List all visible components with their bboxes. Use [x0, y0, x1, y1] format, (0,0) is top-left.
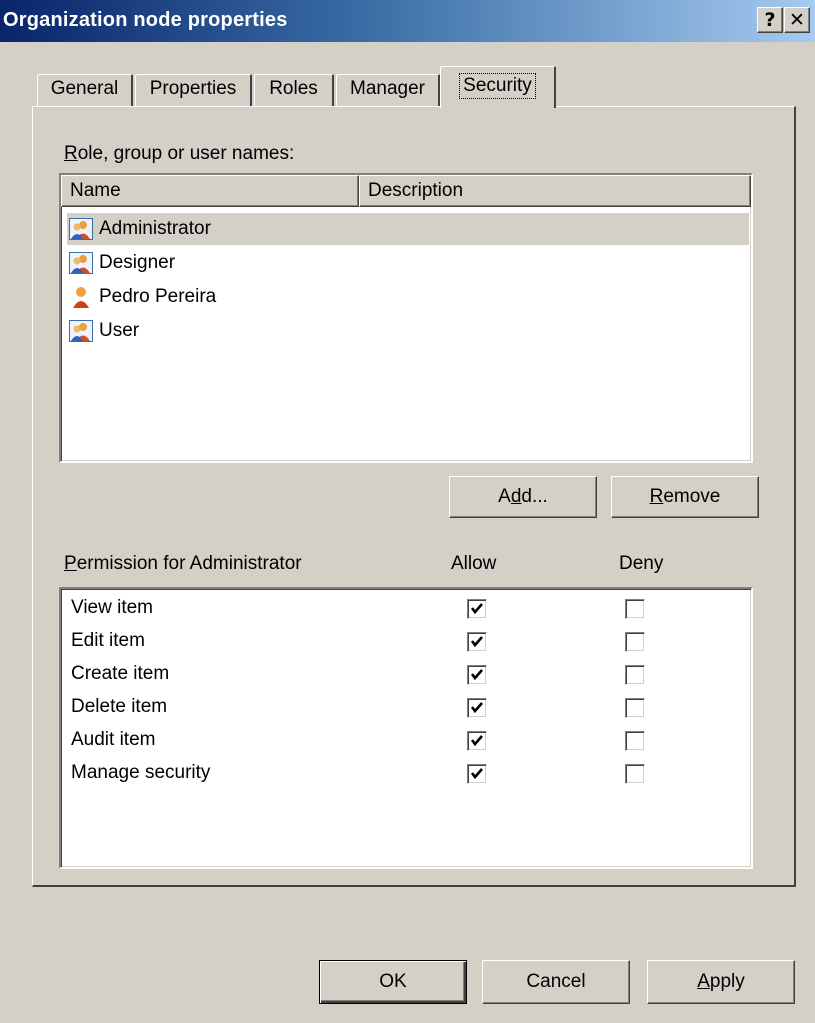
deny-checkbox[interactable]: [625, 665, 645, 685]
window-title: Organization node properties: [3, 9, 288, 31]
deny-checkbox[interactable]: [625, 764, 645, 784]
help-button[interactable]: ?: [757, 7, 783, 33]
list-item-name: Administrator: [99, 218, 211, 239]
tab-properties[interactable]: Properties: [135, 74, 252, 106]
list-item-designer[interactable]: Designer: [67, 247, 749, 279]
group-icon: [69, 320, 93, 342]
tab-manager-label: Manager: [350, 78, 425, 99]
allow-header: Allow: [451, 553, 497, 574]
apply-button[interactable]: Apply: [647, 960, 795, 1004]
permission-label: View item: [71, 597, 154, 618]
tab-general-label: General: [50, 78, 119, 99]
deny-checkbox[interactable]: [625, 632, 645, 652]
deny-checkbox[interactable]: [625, 599, 645, 619]
deny-header: Deny: [619, 553, 664, 574]
names-label: Role, group or user names:: [64, 143, 295, 164]
permission-header: Permission for Administrator: [64, 553, 302, 574]
list-item-administrator[interactable]: Administrator: [67, 213, 749, 245]
permission-row: View item: [71, 595, 791, 628]
tab-security[interactable]: Security: [440, 66, 556, 108]
permissions-list[interactable]: View item Edit item Create item Delete i…: [59, 587, 753, 869]
close-button[interactable]: ✕: [784, 7, 810, 33]
permission-row: Create item: [71, 661, 791, 694]
permission-row: Delete item: [71, 694, 791, 727]
list-item-name: User: [99, 320, 140, 341]
tab-properties-label: Properties: [149, 78, 237, 99]
security-panel: Role, group or user names: Name Descript…: [32, 106, 796, 887]
group-icon: [69, 252, 93, 274]
tab-roles[interactable]: Roles: [254, 74, 334, 106]
user-icon: [69, 286, 93, 308]
tab-roles-label: Roles: [269, 78, 318, 99]
allow-checkbox[interactable]: [467, 599, 487, 619]
tab-general[interactable]: General: [37, 74, 133, 106]
column-header-description[interactable]: Description: [359, 175, 751, 207]
permission-label: Create item: [71, 663, 170, 684]
title-bar[interactable]: Organization node properties ? ✕: [0, 0, 815, 42]
list-item-name: Pedro Pereira: [99, 286, 217, 307]
column-header-name[interactable]: Name: [61, 175, 359, 207]
group-icon: [69, 218, 93, 240]
deny-checkbox[interactable]: [625, 731, 645, 751]
permission-label: Audit item: [71, 729, 156, 750]
list-item-user[interactable]: User: [67, 315, 749, 347]
ok-button[interactable]: OK: [319, 960, 467, 1004]
allow-checkbox[interactable]: [467, 632, 487, 652]
allow-checkbox[interactable]: [467, 731, 487, 751]
allow-checkbox[interactable]: [467, 698, 487, 718]
add-button[interactable]: Add...: [449, 476, 597, 518]
remove-button[interactable]: Remove: [611, 476, 759, 518]
list-item-pedro-pereira[interactable]: Pedro Pereira: [67, 281, 749, 313]
permission-label: Manage security: [71, 762, 211, 783]
cancel-button[interactable]: Cancel: [482, 960, 630, 1004]
tab-security-label: Security: [459, 73, 536, 99]
permission-row: Edit item: [71, 628, 791, 661]
permission-row: Manage security: [71, 760, 791, 793]
allow-checkbox[interactable]: [467, 764, 487, 784]
names-list[interactable]: Name Description Administrator Designer …: [59, 173, 753, 463]
tab-manager[interactable]: Manager: [336, 74, 440, 106]
permission-row: Audit item: [71, 727, 791, 760]
deny-checkbox[interactable]: [625, 698, 645, 718]
permission-label: Delete item: [71, 696, 168, 717]
list-header: Name Description: [61, 175, 751, 207]
allow-checkbox[interactable]: [467, 665, 487, 685]
permission-label: Edit item: [71, 630, 145, 651]
list-item-name: Designer: [99, 252, 176, 273]
